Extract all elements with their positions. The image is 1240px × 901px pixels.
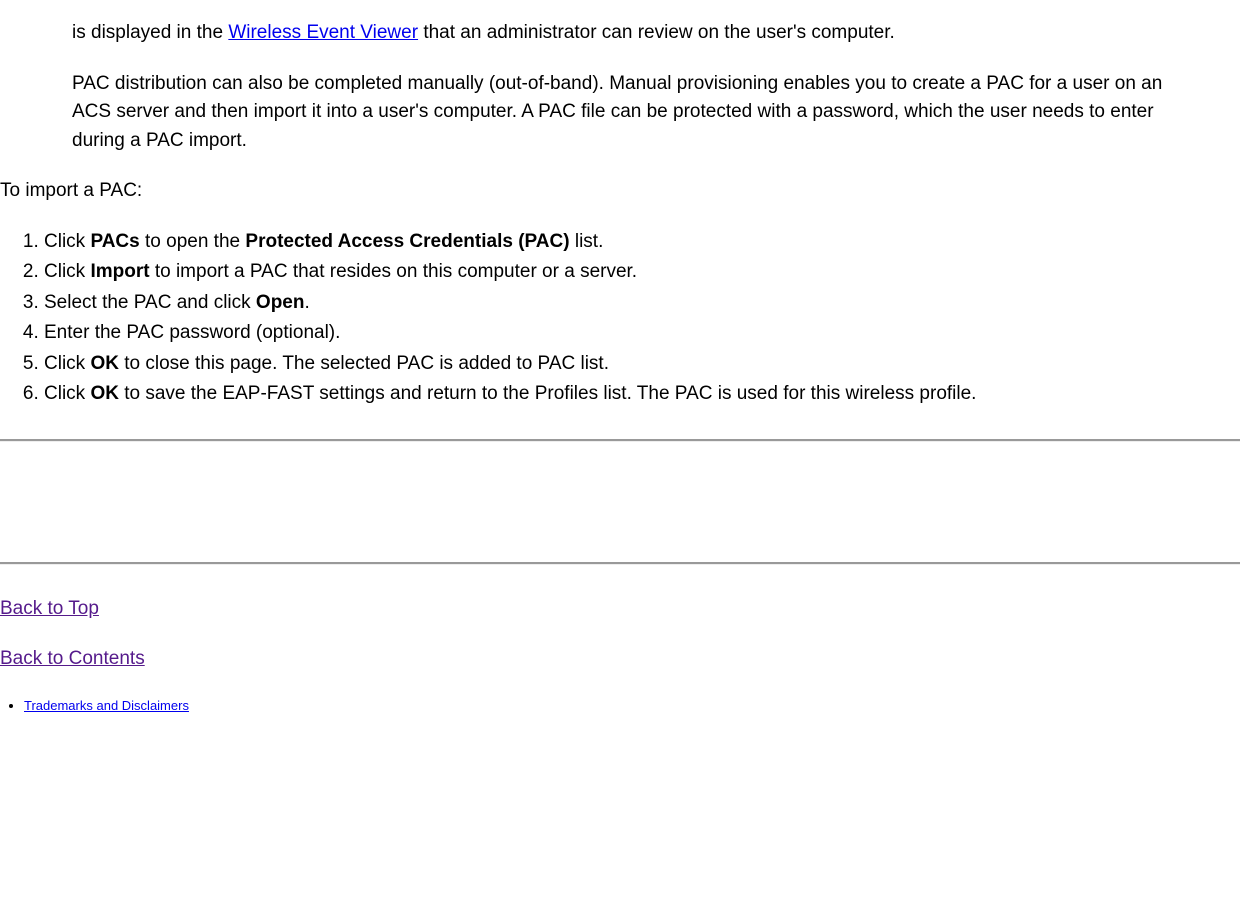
step-3-pre: Select the PAC and click [44,292,256,313]
import-steps-list: Click PACs to open the Protected Access … [0,228,1240,409]
step-6-post: to save the EAP-FAST settings and return… [119,383,977,404]
step-2-post: to import a PAC that resides on this com… [150,261,638,282]
step-3-bold: Open [256,292,305,313]
para1-text-post: that an administrator can review on the … [418,22,895,43]
back-to-contents-link[interactable]: Back to Contents [0,648,145,669]
step-6: Click OK to save the EAP-FAST settings a… [44,380,1200,409]
step-1-bold1: PACs [90,231,139,252]
step-3-post: . [304,292,309,313]
paragraph-displayed: is displayed in the Wireless Event Viewe… [72,19,1200,48]
step-1-bold2: Protected Access Credentials (PAC) [245,231,569,252]
para1-text-pre: is displayed in the [72,22,228,43]
step-3: Select the PAC and click Open. [44,289,1200,318]
step-1-post: list. [570,231,604,252]
step-5: Click OK to close this page. The selecte… [44,350,1200,379]
step-5-post: to close this page. The selected PAC is … [119,353,609,374]
spacer [0,472,1240,532]
step-1-mid: to open the [140,231,246,252]
step-2-bold: Import [90,261,149,282]
step-5-pre: Click [44,353,90,374]
divider-1 [0,439,1240,442]
paragraph-pac-distribution: PAC distribution can also be completed m… [72,70,1200,156]
step-6-pre: Click [44,383,90,404]
step-6-bold: OK [90,383,119,404]
back-to-top-link[interactable]: Back to Top [0,598,99,619]
trademark-item: Trademarks and Disclaimers [24,696,1240,716]
step-1-pre: Click [44,231,90,252]
wireless-event-viewer-link[interactable]: Wireless Event Viewer [228,22,418,43]
trademarks-link[interactable]: Trademarks and Disclaimers [24,698,189,713]
step-4: Enter the PAC password (optional). [44,319,1200,348]
trademark-list: Trademarks and Disclaimers [0,696,1240,716]
to-import-intro: To import a PAC: [0,177,1240,206]
step-5-bold: OK [90,353,119,374]
divider-2 [0,562,1240,565]
step-2-pre: Click [44,261,90,282]
step-1: Click PACs to open the Protected Access … [44,228,1200,257]
step-2: Click Import to import a PAC that reside… [44,258,1200,287]
